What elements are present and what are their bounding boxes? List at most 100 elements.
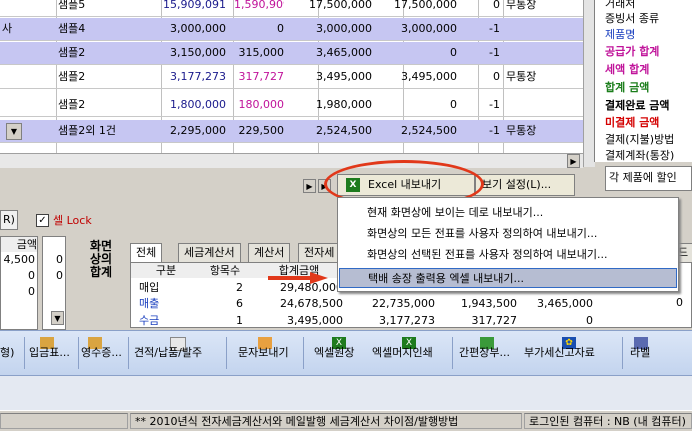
supply-amount: 3,150,000 <box>170 46 226 59</box>
cell: 수금 <box>139 314 160 327</box>
supply-amount: 2,295,000 <box>170 124 226 137</box>
column-list-panel: 거래처 증빙서 종류 제품명 공급가 합계 세액 합계 합계 금액 결제완료 금… <box>594 0 692 162</box>
cell-lock-label: 셀 Lock <box>53 214 92 227</box>
item-name: 샘플2외 1건 <box>58 124 116 137</box>
cell: 6 <box>236 297 243 310</box>
toolbar-button-excel-ledger[interactable]: 엑셀원장 <box>314 343 354 363</box>
toolbar-button-estimate[interactable]: 견적/납품/발주 <box>134 343 202 363</box>
table-row[interactable]: 샘플2 3,150,000 315,000 3,465,000 0 -1 <box>0 42 583 65</box>
cell: 매출 <box>139 297 160 310</box>
toolbar-button-excel-merge-print[interactable]: 엑셀머지인쇄 <box>372 343 433 363</box>
column-header: 구분 <box>131 263 202 278</box>
paid-amount: 0 <box>450 98 457 111</box>
menu-item-export-courier-label[interactable]: 택배 송장 출력용 엑셀 내보내기... <box>339 268 677 288</box>
paid-amount: 0 <box>450 46 457 59</box>
column-item[interactable]: 결제계좌(통장) <box>605 147 674 162</box>
row-dropdown-button[interactable]: ▼ <box>6 123 22 140</box>
scroll-right-icon[interactable]: ▶ <box>567 154 580 168</box>
total-amount: 3,465,000 <box>316 46 372 59</box>
column-item[interactable]: 결제완료 금액 <box>605 97 670 113</box>
column-item[interactable]: 제품명 <box>605 26 635 42</box>
toolbar-button-sms[interactable]: 문자보내기 <box>238 343 289 363</box>
payment-method: 무통장 <box>506 70 537 83</box>
cell: 1 <box>236 314 243 327</box>
flag: -1 <box>489 98 500 111</box>
cell: 4,500 <box>3 253 36 266</box>
column-item[interactable]: 합계 금액 <box>605 79 649 95</box>
paid-amount: 3,000,000 <box>401 22 457 35</box>
toolbar-button-simple-ledger[interactable]: 간편장부... <box>459 343 510 363</box>
column-item[interactable]: 미결제 금액 <box>605 114 659 130</box>
left-amount-table: 금액 4,500 0 0 <box>0 236 38 330</box>
total-amount: 1,980,000 <box>316 98 372 111</box>
menu-item-export-visible[interactable]: 현재 화면상에 보이는 데로 내보내기... <box>339 203 677 223</box>
cell: 3,465,000 <box>537 297 593 310</box>
cell: 0 <box>56 269 63 282</box>
toolbar-button-deposit-slip[interactable]: 입금표... <box>29 343 70 363</box>
cell: 매입 <box>139 281 160 294</box>
table-row[interactable]: 사 샘플4 3,000,000 0 3,000,000 3,000,000 -1 <box>0 18 583 41</box>
total-amount: 3,000,000 <box>316 22 372 35</box>
table-row: 매출 6 24,678,500 22,735,000 1,943,500 3,4… <box>131 296 691 312</box>
view-settings-button[interactable]: 보기 설정(L)... <box>475 174 575 196</box>
cell: 0 <box>56 253 63 266</box>
total-amount: 2,524,500 <box>316 124 372 137</box>
flag: -1 <box>489 22 500 35</box>
row-prefix <box>2 66 32 88</box>
toolbar-button-label[interactable]: 라벨 <box>630 343 650 363</box>
status-bar: ** 2010년식 전자세금계산서와 메일발행 세금계산서 차이점/발행방법 로… <box>0 410 692 431</box>
status-computer: 로그인된 컴퓨터 : NB (내 컴퓨터) <box>524 413 692 429</box>
row-prefix <box>2 42 32 64</box>
left-secondary-column: 0 0 ▼ <box>42 236 66 330</box>
r-button[interactable]: R) <box>0 210 18 230</box>
toolbar-button-type[interactable]: 형) <box>0 343 14 363</box>
item-name: 샘플4 <box>58 22 86 35</box>
cell: 3,495,000 <box>287 314 343 327</box>
scroll-down-icon[interactable]: ▼ <box>51 311 64 325</box>
column-item[interactable]: 증빙서 종류 <box>605 10 659 26</box>
table-row[interactable]: 샘플2 3,177,273 317,727 3,495,000 3,495,00… <box>0 66 583 89</box>
bottom-toolbar: 형) 입금표... 영수증... 견적/납품/발주 문자보내기 X 엑셀원장 X… <box>0 330 692 376</box>
column-item[interactable]: 결제(지불)방법 <box>605 131 674 147</box>
column-header: 항목수 <box>201 263 250 278</box>
panel-note: 각 제품에 할인 <box>605 166 692 191</box>
table-row[interactable]: ▼ 샘플2외 1건 2,295,000 229,500 2,524,500 2,… <box>0 120 583 143</box>
item-name: 샘플2 <box>58 70 86 83</box>
row-prefix <box>2 0 32 16</box>
grid-horizontal-scrollbar[interactable]: ▶ <box>0 153 583 168</box>
tax-amount: 0 <box>277 22 284 35</box>
supply-amount: 3,000,000 <box>170 22 226 35</box>
cell: 2 <box>236 281 243 294</box>
tab-invoice[interactable]: 계산서 <box>248 243 291 262</box>
cell: 0 <box>28 285 35 298</box>
play-icon[interactable]: ▶ <box>303 179 316 193</box>
cell: 0 <box>586 314 593 327</box>
supply-amount: 1,800,000 <box>170 98 226 111</box>
status-message[interactable]: ** 2010년식 전자세금계산서와 메일발행 세금계산서 차이점/발행방법 <box>130 413 522 429</box>
red-arrow-icon <box>268 272 328 284</box>
cell-lock-checkbox[interactable]: ✓ <box>36 214 49 227</box>
toolbar-button-vat-report[interactable]: 부가세신고자료 <box>524 343 595 363</box>
tab-all[interactable]: 전체 <box>130 243 163 262</box>
tab-electronic[interactable]: 전자세 <box>298 243 341 262</box>
toolbar-button-receipt[interactable]: 영수증... <box>81 343 122 363</box>
table-row[interactable]: 샘플2 1,800,000 180,000 1,980,000 0 -1 <box>0 94 583 117</box>
item-name: 샘플2 <box>58 46 86 59</box>
item-name: 샘플5 <box>58 0 86 11</box>
sales-grid[interactable]: 샘플5 15,909,091 1,590,909 17,500,000 17,5… <box>0 0 583 153</box>
menu-item-export-selected-custom[interactable]: 화면상의 선택된 전표를 사용자 정의하여 내보내기... <box>339 245 677 265</box>
payment-method: 무통장 <box>506 0 537 11</box>
tax-amount: 1,590,909 <box>234 0 284 11</box>
column-item[interactable]: 공급가 합계 <box>605 43 659 59</box>
cell: 0 <box>28 269 35 282</box>
supply-amount: 15,909,091 <box>163 0 226 11</box>
row-prefix <box>2 94 32 116</box>
table-row[interactable]: 샘플5 15,909,091 1,590,909 17,500,000 17,5… <box>0 0 583 17</box>
flag: 0 <box>493 70 500 83</box>
table-row: 수금 1 3,495,000 3,177,273 317,727 0 <box>131 313 691 327</box>
total-amount: 17,500,000 <box>309 0 372 11</box>
excel-export-menu: 현재 화면상에 보이는 데로 내보내기... 화면상의 모든 전표를 사용자 정… <box>337 197 679 292</box>
column-item[interactable]: 세액 합계 <box>605 61 649 77</box>
tab-tax-invoice[interactable]: 세금계산서 <box>178 243 241 262</box>
menu-item-export-all-custom[interactable]: 화면상의 모든 전표를 사용자 정의하여 내보내기... <box>339 224 677 244</box>
